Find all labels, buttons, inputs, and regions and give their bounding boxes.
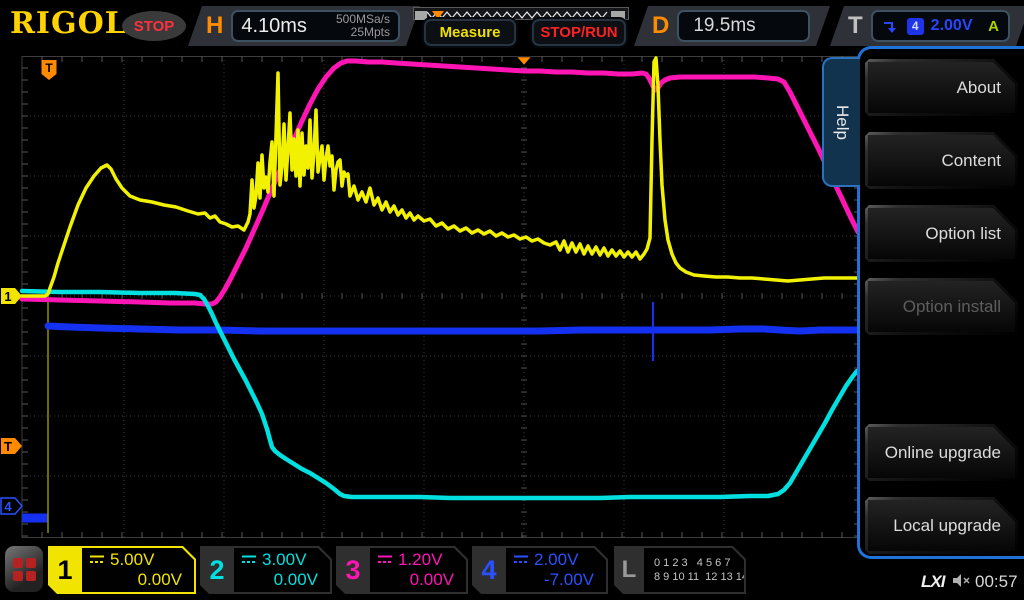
speaker-muted-icon [952,573,972,589]
menu-item-about[interactable]: About [865,59,1018,116]
channel4-offset: -7.00V [506,570,606,591]
channel1-box[interactable]: 1 5.00V 0.00V [48,546,196,594]
menu-item-local-upgrade[interactable]: Local upgrade [865,497,1018,554]
trigger-group[interactable]: T 4 2.00V A [830,6,1024,46]
menu-item-option-list[interactable]: Option list [865,205,1018,262]
logic-row1: 0 1 2 3 4 5 6 7 [654,557,730,569]
falling-edge-icon [882,19,900,34]
svg-text:T: T [45,61,53,75]
timebase-value: 4.10ms [241,15,307,38]
squares-icon [13,558,36,581]
dc-coupling-icon [513,554,529,565]
oscilloscope-screen: RIGOL STOP H 4.10ms 500MSa/s25Mpts Measu… [0,0,1024,600]
logic-label: L [614,546,644,594]
channel3-scale: 1.20V [398,550,442,570]
channel4-number: 4 [472,546,506,594]
trigger-level: 2.00V [931,17,973,35]
sample-rate: 500MSa/s25Mpts [336,13,390,39]
help-tab[interactable]: Help [822,57,860,187]
menu-item-content[interactable]: Content [865,132,1018,189]
channel2-number: 2 [200,546,234,594]
run-state-badge: STOP [122,11,186,41]
quick-menu-button[interactable] [5,546,43,592]
channel3-number: 3 [336,546,370,594]
menu-item-option-install[interactable]: Option install [865,278,1018,335]
channel1-offset: 0.00V [82,570,194,591]
dc-coupling-icon [241,554,257,565]
channel4-scale: 2.00V [534,550,578,570]
waveform-display[interactable]: 1 T 4 T [0,56,860,538]
horizontal-label: H [206,12,223,40]
dc-coupling-icon [89,554,105,565]
trigger-source-badge: 4 [907,18,924,35]
clock: 00:57 [975,572,1018,592]
delay-group[interactable]: D 19.5ms [634,6,830,46]
channel3-offset: 0.00V [370,570,466,591]
trigger-label: T [848,12,863,40]
channel4-box[interactable]: 4 2.00V -7.00V [472,546,608,594]
svg-text:T: T [4,439,12,454]
channel2-box[interactable]: 2 3.00V 0.00V [200,546,332,594]
channel2-scale: 3.00V [262,550,306,570]
logic-row2: 8 9 10 11 12 13 14 15 [654,571,763,583]
delay-value: 19.5ms [693,15,755,37]
channel2-offset: 0.00V [234,570,330,591]
stop-run-button[interactable]: STOP/RUN [532,19,626,46]
lxi-logo: LXI [921,572,944,592]
channel1-scale: 5.00V [110,550,154,570]
horizontal-group[interactable]: H 4.10ms 500MSa/s25Mpts [188,6,420,46]
trigger-mode: A [988,18,999,35]
logic-channels-box[interactable]: L 0 1 2 3 4 5 6 78 9 10 11 12 13 14 15 [614,546,746,594]
svg-text:4: 4 [4,499,12,514]
menu-item-online-upgrade[interactable]: Online upgrade [865,424,1018,481]
delay-label: D [652,12,669,40]
rigol-logo: RIGOL [10,6,127,41]
channel3-box[interactable]: 3 1.20V 0.00V [336,546,468,594]
dc-coupling-icon [377,554,393,565]
svg-text:1: 1 [4,289,11,304]
measure-button[interactable]: Measure [424,19,516,46]
channel1-number: 1 [48,546,82,594]
